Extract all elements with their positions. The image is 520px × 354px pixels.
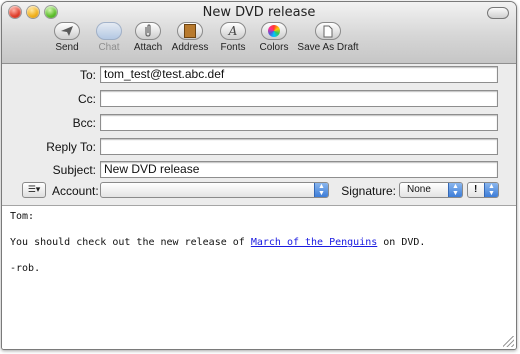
subject-field[interactable]: New DVD release [100,161,498,178]
subject-label: Subject: [52,163,96,177]
signature-value: None [407,184,431,195]
header-options-button[interactable]: ☰▾ [22,182,46,198]
paperclip-icon [135,22,161,40]
body-line-suffix: on DVD. [377,237,426,248]
reply-to-label: Reply To: [46,140,96,154]
body-greeting: Tom: [10,211,35,222]
popup-arrows-icon: ▲ ▼ [314,183,328,197]
window-title: New DVD release [202,5,316,20]
chat-bubble-icon [96,22,122,40]
message-header: To: tom_test@test.abc.def Cc: Bcc: Reply… [2,64,516,206]
save-as-draft-button[interactable]: Save As Draft [294,22,362,53]
address-book-icon [177,22,203,40]
paper-plane-icon [54,22,80,40]
colors-label: Colors [259,42,289,53]
body-line: You should check out the new release of … [10,237,425,248]
save-as-draft-label: Save As Draft [297,42,359,53]
cc-label: Cc: [78,92,96,106]
popup-arrows-icon: ▲ ▼ [448,183,462,197]
fonts-label: Fonts [220,42,246,53]
cc-field[interactable] [100,90,498,107]
signature-popup[interactable]: None ▲ ▼ [399,182,463,198]
toolbar-toggle-button[interactable] [487,7,509,19]
resize-handle[interactable] [503,336,514,347]
account-label: Account: [52,184,99,198]
colors-button[interactable]: Colors [249,22,299,53]
popup-arrows-icon: ▲ ▼ [484,183,498,197]
attach-label: Attach [133,42,163,53]
color-wheel-icon [261,22,287,40]
title-bar: New DVD release Send Chat Attach Address… [2,2,516,64]
priority-popup[interactable]: ! ▲ ▼ [467,182,499,198]
list-menu-icon: ☰▾ [27,185,41,195]
send-label: Send [55,42,79,53]
body-line-prefix: You should check out the new release of [10,237,251,248]
priority-value: ! [474,184,478,195]
chat-label: Chat [98,42,120,53]
body-closing: -rob. [10,263,41,274]
to-field[interactable]: tom_test@test.abc.def [100,66,498,83]
bcc-label: Bcc: [72,116,96,130]
bcc-field[interactable] [100,114,498,131]
draft-document-icon [315,22,341,40]
compose-window: New DVD release Send Chat Attach Address… [1,1,517,350]
movie-link[interactable]: March of the Penguins [251,237,377,248]
account-popup[interactable]: ▲ ▼ [100,182,329,198]
reply-to-field[interactable] [100,138,498,155]
signature-label: Signature: [341,184,396,198]
message-body[interactable]: Tom: You should check out the new releas… [2,207,516,349]
address-label: Address [171,42,209,53]
to-label: To: [79,68,96,82]
font-letter-icon: A [220,22,246,40]
